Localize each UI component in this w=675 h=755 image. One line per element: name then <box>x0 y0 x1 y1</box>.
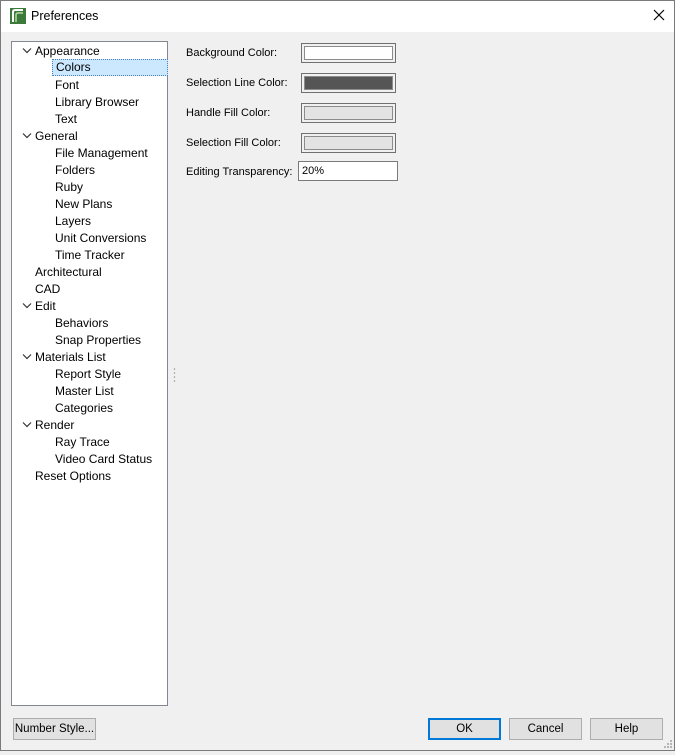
tree-item-label: Master List <box>55 384 114 398</box>
tree-item-label: Edit <box>35 299 56 313</box>
tree-item-label: Categories <box>55 401 114 415</box>
title-bar: Preferences <box>1 1 674 32</box>
handle-fill-color-swatch[interactable] <box>301 103 396 123</box>
tree-item-report-style[interactable]: Report Style <box>55 366 121 383</box>
background-color-swatch[interactable] <box>301 43 396 63</box>
tree-item-label: Colors <box>56 60 91 74</box>
tree-item-ray-trace[interactable]: Ray Trace <box>55 434 110 451</box>
tree-item-layers[interactable]: Layers <box>55 213 91 230</box>
tree-item-label: Render <box>35 418 75 432</box>
preferences-dialog: Preferences Appearance Colors Font Libra… <box>0 0 675 751</box>
chief-architect-app-icon <box>10 8 26 24</box>
tree-item-behaviors[interactable]: Behaviors <box>55 315 108 332</box>
tree-item-label: Architectural <box>35 265 102 279</box>
chevron-down-icon[interactable] <box>22 417 32 434</box>
tree-item-reset-options[interactable]: Reset Options <box>35 468 111 485</box>
tree-item-label: Font <box>55 78 80 92</box>
tree-item-label: Layers <box>55 214 92 228</box>
tree-item-master-list[interactable]: Master List <box>55 383 114 400</box>
tree-item-label: File Management <box>55 146 148 160</box>
tree-item-label: Ruby <box>55 180 84 194</box>
tree-item-label: Report Style <box>55 367 122 381</box>
number-style-button[interactable]: Number Style... <box>13 718 96 740</box>
tree-item-label: Snap Properties <box>55 333 142 347</box>
tree-item-label: Unit Conversions <box>55 231 147 245</box>
chevron-down-icon[interactable] <box>22 298 32 315</box>
tree-item-folders[interactable]: Folders <box>55 162 95 179</box>
tree-item-label: Behaviors <box>55 316 109 330</box>
tree-item-label: Folders <box>55 163 96 177</box>
tree-item-snap-properties[interactable]: Snap Properties <box>55 332 141 349</box>
category-tree[interactable]: Appearance Colors Font Library Browser T… <box>11 41 168 706</box>
tree-item-label: General <box>35 129 78 143</box>
editing-transparency-label: Editing Transparency: <box>186 166 293 178</box>
chevron-down-icon[interactable] <box>22 43 32 60</box>
background-color-label: Background Color: <box>186 47 278 59</box>
selection-line-color-label: Selection Line Color: <box>186 77 288 89</box>
chevron-down-icon[interactable] <box>22 349 32 366</box>
tree-item-ruby[interactable]: Ruby <box>55 179 83 196</box>
tree-item-categories[interactable]: Categories <box>55 400 113 417</box>
tree-item-label: Materials List <box>35 350 106 364</box>
tree-item-label: New Plans <box>55 197 113 211</box>
selection-fill-color-fill <box>304 136 393 150</box>
tree-item-label: Ray Trace <box>55 435 110 449</box>
resize-grip-icon[interactable] <box>661 737 672 748</box>
tree-item-unit-conversions[interactable]: Unit Conversions <box>55 230 146 247</box>
tree-item-time-tracker[interactable]: Time Tracker <box>55 247 125 264</box>
selection-fill-color-swatch[interactable] <box>301 133 396 153</box>
tree-item-label: Text <box>55 112 78 126</box>
tree-item-cad[interactable]: CAD <box>35 281 60 298</box>
selection-line-color-fill <box>304 76 393 90</box>
tree-item-text[interactable]: Text <box>55 111 77 128</box>
tree-item-label: Reset Options <box>35 469 112 483</box>
tree-item-label: Library Browser <box>55 95 140 109</box>
tree-item-video-card-status[interactable]: Video Card Status <box>55 451 152 468</box>
window-title: Preferences <box>31 9 99 23</box>
tree-item-label: Appearance <box>35 44 100 58</box>
ok-button[interactable]: OK <box>428 718 501 740</box>
chevron-down-icon[interactable] <box>22 128 32 145</box>
selection-line-color-swatch[interactable] <box>301 73 396 93</box>
panel-splitter[interactable] <box>173 367 176 383</box>
editing-transparency-input[interactable] <box>298 161 398 181</box>
tree-item-library-browser[interactable]: Library Browser <box>55 94 139 111</box>
tree-item-architectural[interactable]: Architectural <box>35 264 102 281</box>
selection-fill-color-label: Selection Fill Color: <box>186 137 281 149</box>
handle-fill-color-fill <box>304 106 393 120</box>
tree-item-label: CAD <box>35 282 61 296</box>
tree-item-font[interactable]: Font <box>55 77 79 94</box>
tree-item-label: Video Card Status <box>55 452 153 466</box>
close-button[interactable] <box>644 1 674 32</box>
cancel-button[interactable]: Cancel <box>509 718 582 740</box>
close-icon <box>653 8 665 26</box>
tree-item-label: Time Tracker <box>55 248 125 262</box>
tree-item-new-plans[interactable]: New Plans <box>55 196 112 213</box>
handle-fill-color-label: Handle Fill Color: <box>186 107 271 119</box>
help-button[interactable]: Help <box>590 718 663 740</box>
tree-item-colors[interactable]: Colors <box>52 59 168 76</box>
tree-item-file-management[interactable]: File Management <box>55 145 148 162</box>
background-color-fill <box>304 46 393 60</box>
